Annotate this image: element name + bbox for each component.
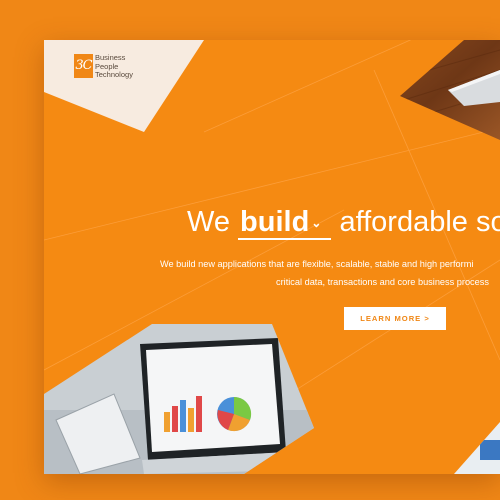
logo-line-technology: Technology	[95, 70, 133, 80]
headline-keyword-dropdown[interactable]: build ⌄	[238, 206, 332, 241]
hero-subtext-line-1: We build new applications that are flexi…	[160, 259, 474, 269]
headline-suffix: affordable so	[339, 206, 500, 238]
logo-mark: 3C	[74, 54, 93, 78]
hero-subtext-line-2: critical data, transactions and core bus…	[276, 277, 489, 287]
chevron-down-icon: ⌄	[311, 216, 322, 231]
hero-headline: We build ⌄ affordable so	[187, 204, 500, 241]
headline-prefix: We	[187, 206, 230, 238]
logo-text: Business People Technology	[95, 53, 133, 80]
headline-keyword: build	[240, 206, 310, 238]
brand-logo[interactable]: 3C Business People Technology	[74, 53, 133, 80]
landing-page-mockup: 3C Business People Technology We build ⌄ …	[44, 40, 500, 474]
hero-photo-bottom	[44, 324, 500, 474]
